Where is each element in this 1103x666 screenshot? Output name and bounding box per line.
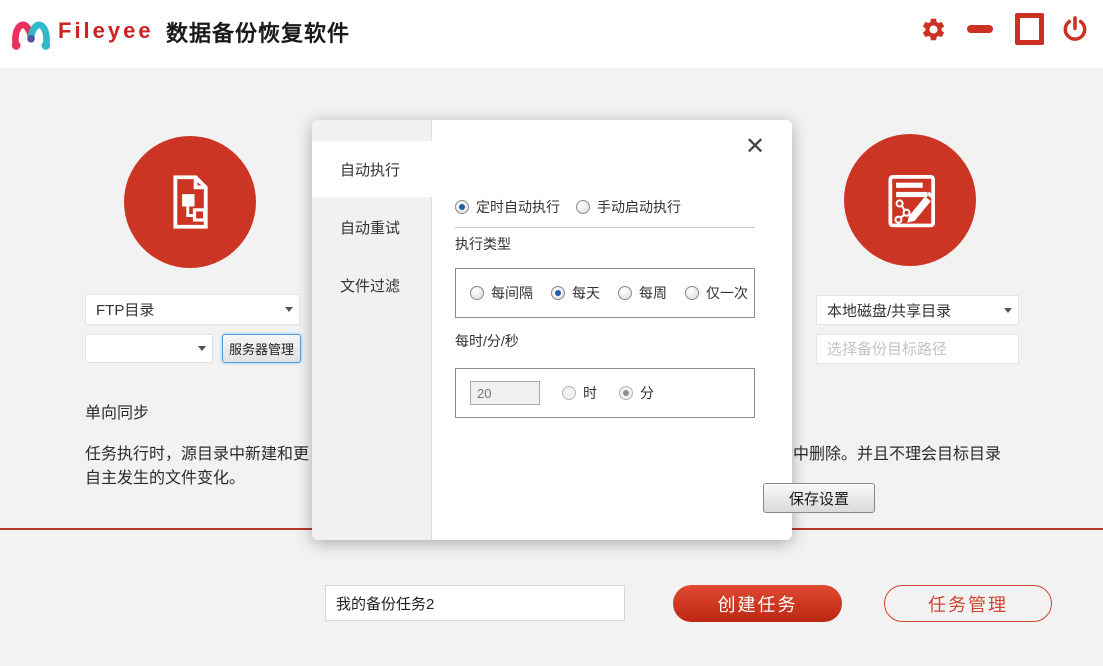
- auto-run-settings-dialog: 自动执行 自动重试 文件过滤 ✕ 定时自动执行 手动启动执行: [312, 120, 792, 540]
- target-icon-circle: [844, 134, 976, 266]
- app-title: 数据备份恢复软件: [166, 16, 350, 48]
- radio-every-week[interactable]: 每周: [618, 283, 667, 303]
- close-power-button[interactable]: [1060, 14, 1090, 44]
- power-icon: [1061, 15, 1089, 43]
- radio-every-day-label: 每天: [572, 283, 600, 303]
- settings-button[interactable]: [918, 14, 948, 44]
- radio-icon: [618, 286, 632, 300]
- sync-desc-line1-left: 任务执行时，源目录中新建和更: [85, 440, 309, 464]
- radio-once-only-label: 仅一次: [706, 283, 748, 303]
- tab-auto-run-label: 自动执行: [340, 159, 400, 180]
- task-name-input[interactable]: [325, 585, 625, 621]
- dialog-close-button[interactable]: ✕: [744, 136, 766, 158]
- save-settings-button[interactable]: 保存设置: [763, 483, 875, 513]
- title-bar: Fileyee 数据备份恢复软件: [0, 0, 1103, 68]
- radio-icon: [619, 386, 633, 400]
- fileyee-logo-icon: [10, 13, 52, 55]
- create-task-label: 创建任务: [718, 591, 798, 617]
- chevron-down-icon: [192, 335, 212, 362]
- minimize-icon: [967, 25, 993, 33]
- target-type-select[interactable]: 本地磁盘/共享目录: [816, 295, 1019, 325]
- interval-value-input[interactable]: [470, 381, 540, 405]
- radio-manual-start[interactable]: 手动启动执行: [576, 197, 681, 217]
- tab-auto-run[interactable]: 自动执行: [312, 141, 432, 197]
- target-path-input[interactable]: [817, 340, 1028, 359]
- radio-icon: [551, 286, 565, 300]
- save-settings-label: 保存设置: [789, 488, 849, 509]
- tab-auto-retry[interactable]: 自动重试: [312, 199, 432, 255]
- radio-every-week-label: 每周: [639, 283, 667, 303]
- exec-type-label: 执行类型: [455, 234, 511, 254]
- tab-auto-retry-label: 自动重试: [340, 217, 400, 238]
- radio-every-interval-label: 每间隔: [491, 283, 533, 303]
- target-type-value: 本地磁盘/共享目录: [817, 300, 998, 321]
- minimize-button[interactable]: [965, 14, 995, 44]
- tab-file-filter[interactable]: 文件过滤: [312, 257, 432, 313]
- source-type-value: FTP目录: [86, 299, 279, 320]
- brand-name: Fileyee: [58, 18, 154, 44]
- note-pencil-icon: [873, 163, 947, 237]
- close-icon: ✕: [745, 133, 765, 160]
- radio-every-day[interactable]: 每天: [551, 283, 600, 303]
- task-manage-label: 任务管理: [928, 591, 1008, 617]
- radio-icon: [576, 200, 590, 214]
- maximize-icon: [1015, 13, 1044, 45]
- sync-desc-line1-right: 录中删除。并且不理会目标目录: [777, 440, 1001, 464]
- chevron-down-icon: [279, 295, 299, 324]
- radio-icon: [470, 286, 484, 300]
- server-select[interactable]: [85, 334, 213, 363]
- dialog-tab-list: 自动执行 自动重试 文件过滤: [312, 120, 432, 540]
- radio-unit-minute-label: 分: [640, 383, 654, 403]
- app-window: Fileyee 数据备份恢复软件 FTP: [0, 0, 1103, 666]
- radio-icon: [562, 386, 576, 400]
- dialog-divider: [455, 227, 755, 228]
- radio-unit-hour[interactable]: 时: [562, 383, 597, 403]
- trigger-mode-group: 定时自动执行 手动启动执行: [455, 197, 681, 217]
- maximize-button[interactable]: [1014, 14, 1044, 44]
- server-manage-button[interactable]: 服务器管理: [222, 334, 301, 363]
- task-manage-button[interactable]: 任务管理: [884, 585, 1052, 622]
- interval-label: 每时/分/秒: [455, 331, 519, 351]
- exec-type-group: 每间隔 每天 每周 仅一次: [455, 268, 755, 318]
- radio-icon: [685, 286, 699, 300]
- create-task-button[interactable]: 创建任务: [673, 585, 842, 622]
- sync-desc-line2: 自主发生的文件变化。: [85, 464, 245, 488]
- radio-scheduled-auto-run[interactable]: 定时自动执行: [455, 197, 560, 217]
- document-flow-icon: [154, 166, 226, 238]
- radio-every-interval[interactable]: 每间隔: [470, 283, 533, 303]
- target-path-field: [816, 334, 1019, 364]
- interval-group: 时 分: [455, 368, 755, 418]
- source-icon-circle: [124, 136, 256, 268]
- radio-once-only[interactable]: 仅一次: [685, 283, 748, 303]
- server-manage-label: 服务器管理: [229, 339, 294, 358]
- radio-icon: [455, 200, 469, 214]
- radio-scheduled-label: 定时自动执行: [476, 197, 560, 217]
- radio-manual-label: 手动启动执行: [597, 197, 681, 217]
- dialog-content: ✕ 定时自动执行 手动启动执行 执行类型 每间隔: [433, 120, 792, 540]
- tab-file-filter-label: 文件过滤: [340, 275, 400, 296]
- radio-unit-minute[interactable]: 分: [619, 383, 654, 403]
- chevron-down-icon: [998, 296, 1018, 324]
- source-type-select[interactable]: FTP目录: [85, 294, 300, 325]
- radio-unit-hour-label: 时: [583, 383, 597, 403]
- sync-mode-label: 单向同步: [85, 399, 149, 423]
- gear-icon: [920, 16, 947, 43]
